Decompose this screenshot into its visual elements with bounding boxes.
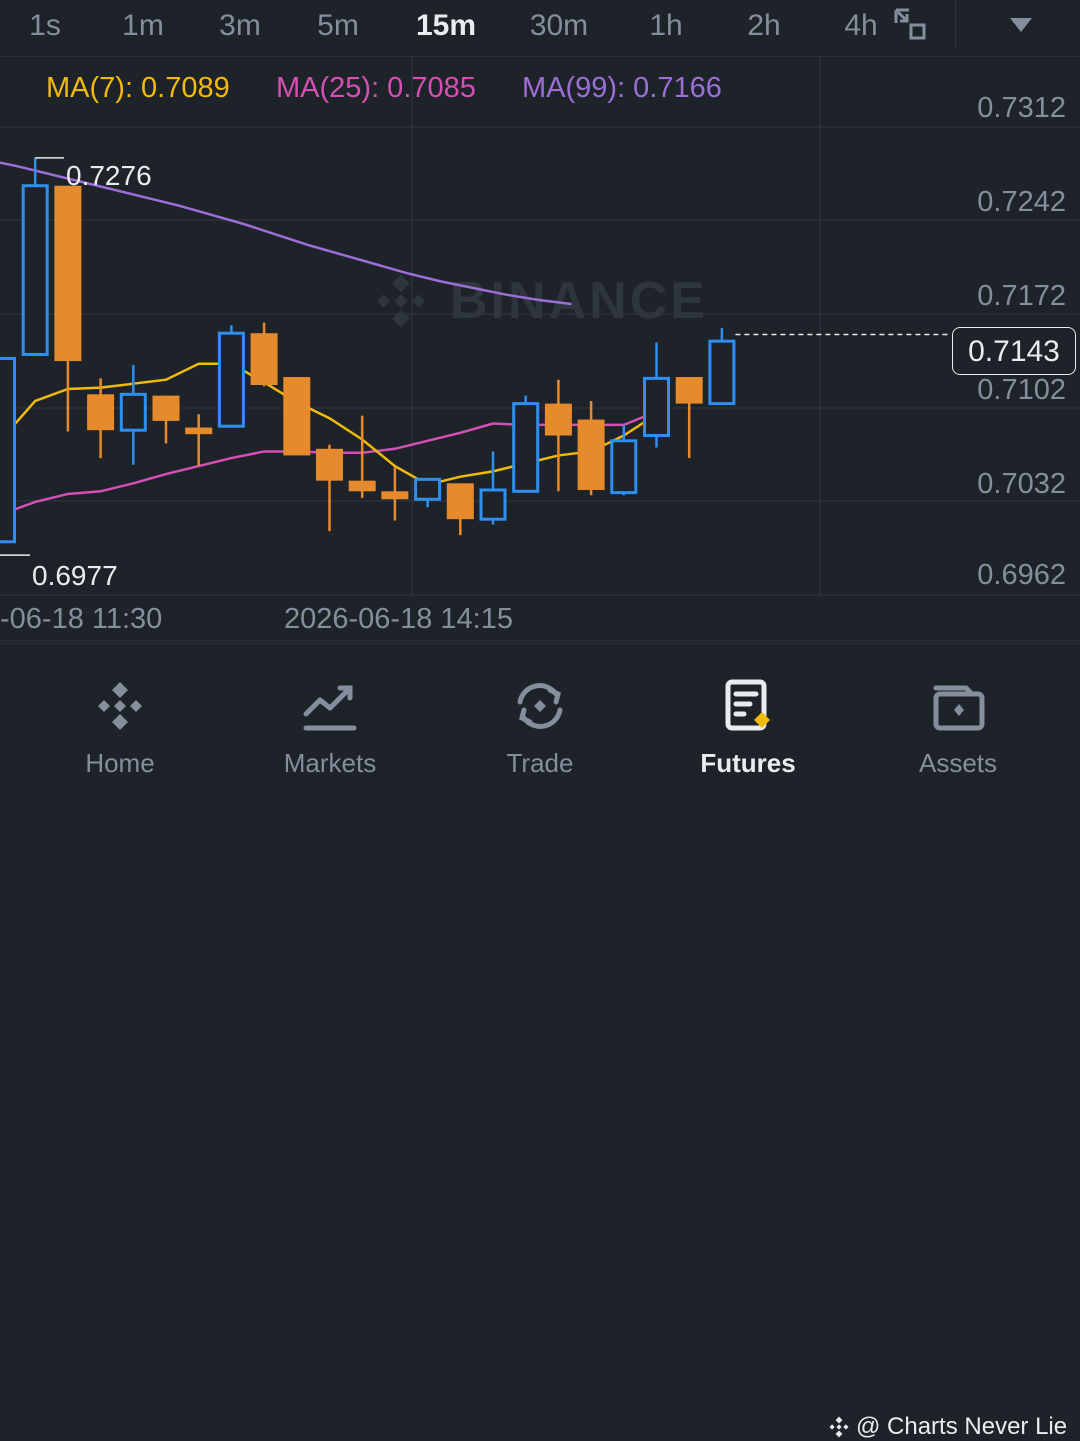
nav-label: Markets [283,748,377,778]
candle-body-down [348,480,376,492]
fullscreen-exit-icon[interactable] [892,6,928,42]
candle-body-down [87,394,115,431]
candle-body-up [0,356,16,544]
nav-trade[interactable]: Trade [432,644,648,811]
candle-body-down [381,491,409,500]
timeframe-30m[interactable]: 30m [520,6,598,46]
binance-logo-icon [98,682,142,730]
watermark-logo-part [394,294,408,308]
candle-body-up [708,339,736,406]
high-price-label: 0.7276 [66,160,152,191]
nav-label: Futures [700,748,796,778]
candle-body-up [21,184,49,356]
candle-body-down [54,185,82,362]
timeframe-divider [955,0,956,48]
time-axis-label: 2026-06-18 14:15 [284,603,513,635]
candle-body-down [577,419,605,490]
binance-logo-icon [829,1416,849,1438]
candle-body-down [185,427,213,435]
nav-label: Trade [506,748,574,778]
credit-watermark: @ Charts Never Lie [826,1413,1067,1441]
candle-body-up [414,477,442,501]
binance-watermark: BINANCE [450,272,708,330]
ma7-legend: MA(7): 0.7089 [46,72,230,104]
current-price-tag[interactable]: 0.7143 [952,327,1076,375]
price-axis-label: 0.7312 [977,92,1066,124]
bottom-navigation: Home Markets Trade Futures Assets @ Char… [0,643,1080,1440]
timeframe-1m[interactable]: 1m [114,6,172,46]
candle-body-down [544,403,572,436]
watermark-logo-part [392,309,410,328]
nav-assets[interactable]: Assets [850,644,1066,811]
candle-body-down [283,377,311,456]
timeframe-3m[interactable]: 3m [210,6,270,46]
timeframe-2h[interactable]: 2h [738,6,790,46]
candle-body-down [250,333,278,386]
ma99-legend: MA(99): 0.7166 [522,72,722,104]
nav-label: Home [85,748,155,778]
price-axis-label: 0.7172 [977,280,1066,312]
candle-body-up [479,488,507,521]
candle-body-up [119,392,147,432]
chart-line-icon [303,685,357,731]
nav-home[interactable]: Home [12,644,228,811]
candle-body-down [446,483,474,520]
binance-watermark-logo [376,274,426,328]
candle-body-down [152,395,180,421]
watermark-logo-part [392,274,410,293]
watermark-logo-part [412,294,426,308]
timeframe-1h[interactable]: 1h [640,6,692,46]
chevron-down-icon[interactable] [1000,8,1042,40]
candlestick-chart[interactable]: BINANCE [0,57,1080,642]
price-axis-label: 0.7102 [977,374,1066,406]
wallet-icon [933,685,985,731]
candle-body-up [643,376,670,437]
watermark-logo-part [376,294,390,308]
timeframe-15m[interactable]: 15m [408,6,484,46]
low-price-label: 0.6977 [32,560,118,591]
nav-markets[interactable]: Markets [222,644,438,811]
timeframe-bar: 1s 1m 3m 5m 15m 30m 1h 2h 4h [0,0,1080,57]
candle-body-up [217,331,245,428]
price-axis-label: 0.7242 [977,186,1066,218]
trade-swap-icon [517,683,563,729]
candle-body-down [675,377,703,404]
time-axis-label: -06-18 11:30 [0,603,163,635]
timeframe-5m[interactable]: 5m [308,6,368,46]
candle-body-up [512,402,540,493]
ma25-legend: MA(25): 0.7085 [276,72,476,104]
price-axis-label: 0.7032 [977,468,1066,500]
timeframe-1s[interactable]: 1s [22,6,68,46]
credit-text: @ Charts Never Lie [856,1413,1068,1440]
candle-body-down [316,448,343,481]
timeframe-4h[interactable]: 4h [836,6,886,46]
candle-body-up [610,439,638,495]
nav-label: Assets [918,748,998,778]
nav-futures[interactable]: Futures [640,644,856,811]
price-axis-label: 0.6962 [977,559,1066,591]
futures-doc-icon [725,679,770,731]
